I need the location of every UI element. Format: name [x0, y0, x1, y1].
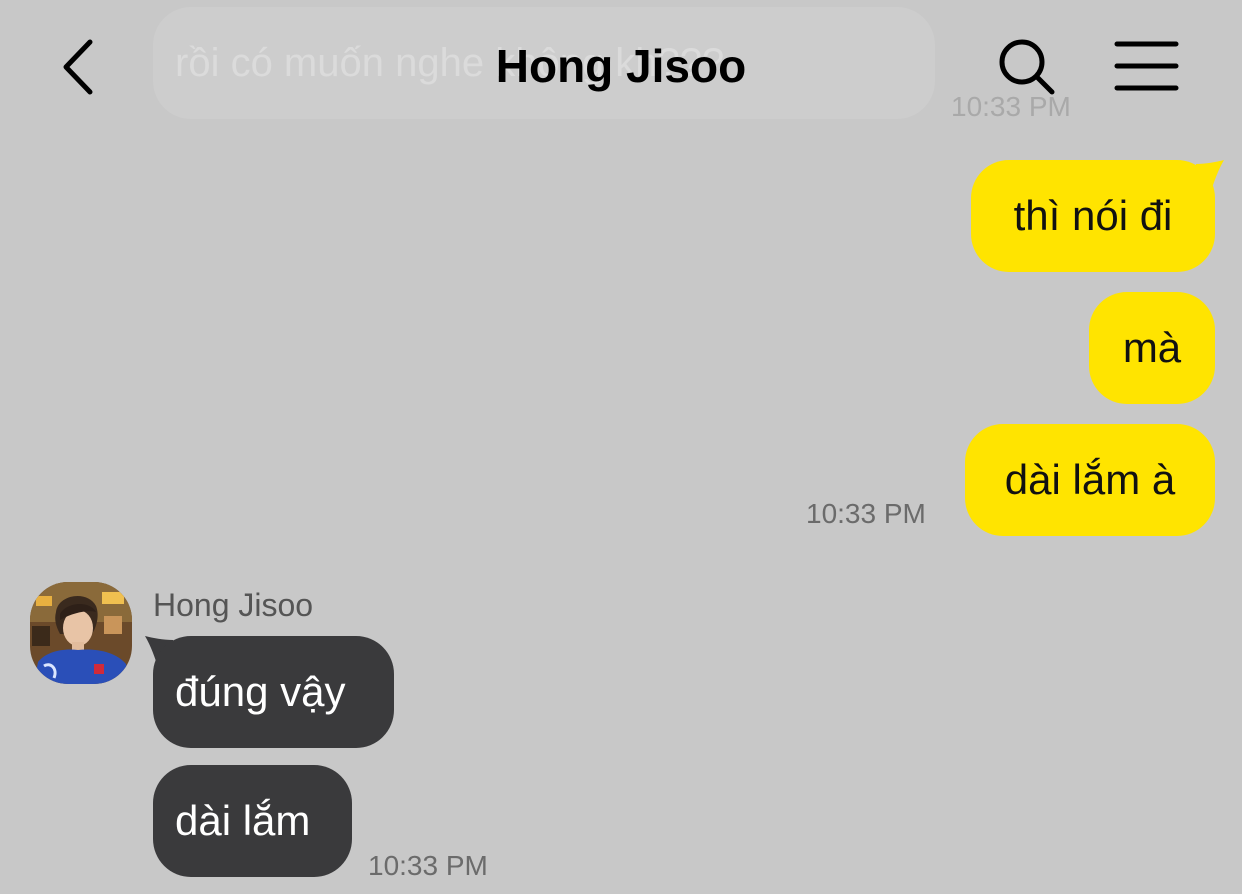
avatar[interactable]	[30, 582, 132, 684]
message-text: đúng vậy	[175, 668, 346, 715]
profile-photo	[30, 582, 132, 684]
their-message-bubble[interactable]: dài lắm	[153, 765, 352, 877]
previous-message-bubble[interactable]: rồi có muốn nghe không kh???	[153, 7, 935, 119]
my-message-bubble[interactable]: thì nói đi	[971, 160, 1215, 272]
hamburger-menu-icon	[1114, 41, 1179, 91]
back-button[interactable]	[52, 36, 112, 98]
message-timestamp: 10:33 PM	[806, 498, 926, 529]
previous-message-text: rồi có muốn nghe không kh???	[175, 41, 725, 85]
message-text: thì nói đi	[1013, 192, 1173, 239]
their-message-bubble[interactable]: đúng vậy	[153, 636, 394, 748]
message-text: dài lắm	[175, 797, 311, 844]
message-text: dài lắm à	[1004, 456, 1176, 503]
chat-screen: rồi có muốn nghe không kh??? 10:33 PM Ho…	[0, 0, 1242, 894]
message-text: mà	[1122, 324, 1182, 371]
sender-name: Hong Jisoo	[153, 587, 314, 623]
message-timestamp: 10:33 PM	[368, 850, 488, 881]
search-icon	[999, 39, 1055, 95]
my-message-bubble[interactable]: mà	[1089, 292, 1215, 404]
chevron-left-icon	[63, 39, 93, 95]
search-button[interactable]	[994, 34, 1058, 98]
my-message-bubble[interactable]: dài lắm à	[965, 424, 1215, 536]
menu-button[interactable]	[1112, 36, 1182, 96]
